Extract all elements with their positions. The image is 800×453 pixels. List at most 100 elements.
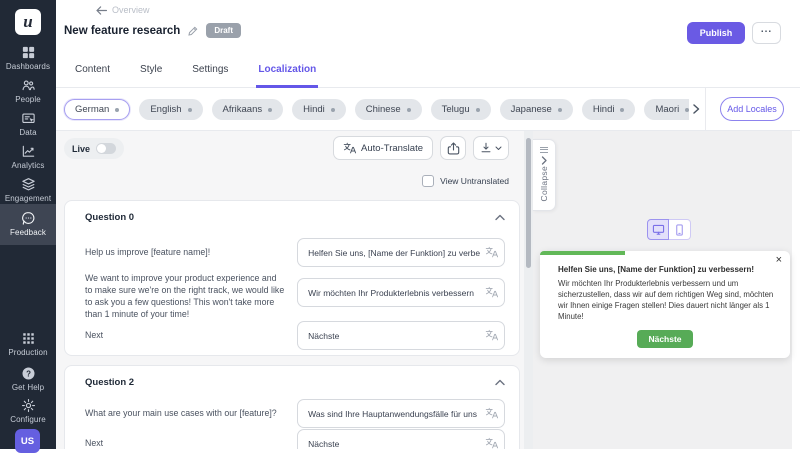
scroll-right-icon[interactable] [689, 102, 703, 116]
chevron-right-icon [541, 154, 548, 166]
upload-button[interactable] [440, 136, 466, 160]
mobile-preview-button[interactable] [669, 219, 691, 240]
question-2-card: Question 2 What are your main use cases … [64, 365, 520, 449]
locale-chip-chinese[interactable]: Chinese [355, 99, 422, 120]
sidebar-item-label: Analytics [12, 161, 45, 170]
download-button[interactable] [473, 136, 509, 160]
question-0-card: Question 0 Help us improve [feature name… [64, 200, 520, 356]
locale-chip-english[interactable]: English [139, 99, 202, 120]
translate-icon[interactable] [485, 246, 498, 258]
sidebar-item-configure[interactable]: Configure [0, 398, 56, 424]
locale-chip-afrikaans[interactable]: Afrikaans [212, 99, 284, 120]
locale-status-dot [268, 108, 272, 112]
translate-icon[interactable] [485, 329, 498, 341]
translation-field [297, 321, 505, 350]
translation-input[interactable] [297, 399, 505, 428]
source-text: Help us improve [feature name]! [85, 247, 297, 259]
upload-icon [447, 142, 460, 155]
translation-input[interactable] [297, 278, 505, 307]
translation-row: Next [85, 321, 505, 350]
chevron-up-icon[interactable] [495, 214, 505, 221]
survey-preview-card: × Helfen Sie uns, [Name der Funktion] zu… [540, 251, 790, 358]
view-untranslated-checkbox[interactable] [422, 175, 434, 187]
back-arrow-icon [96, 6, 107, 15]
locale-chip-japanese[interactable]: Japanese [500, 99, 573, 120]
publish-button[interactable]: Publish [687, 22, 745, 44]
tab-settings[interactable]: Settings [190, 64, 230, 88]
locale-chip-maori[interactable]: Maori [644, 99, 689, 120]
scrollbar-thumb[interactable] [526, 138, 531, 268]
translation-input[interactable] [297, 321, 505, 350]
sidebar-item-label: Configure [10, 415, 46, 424]
user-avatar[interactable]: US [15, 429, 40, 453]
translation-input[interactable] [297, 429, 505, 449]
tab-style[interactable]: Style [138, 64, 164, 88]
locale-chip-telugu[interactable]: Telugu [431, 99, 491, 120]
translate-icon[interactable] [485, 286, 498, 298]
desktop-preview-button[interactable] [647, 219, 669, 240]
locale-chip-list: German English Afrikaans Hindi Chinese T… [56, 88, 689, 131]
sidebar-item-get-help[interactable]: ? Get Help [0, 366, 56, 392]
locale-status-dot [331, 108, 335, 112]
toggle-knob [97, 144, 106, 153]
sidebar-item-production[interactable]: Production [0, 331, 56, 357]
add-locales-button[interactable]: Add Locales [720, 97, 784, 121]
translate-icon [343, 142, 356, 154]
gear-icon [21, 398, 36, 413]
collapse-panel-tab[interactable]: Collapse [533, 139, 556, 211]
source-text: Next [85, 438, 297, 449]
app-logo[interactable]: u [15, 9, 41, 35]
analytics-icon [21, 144, 36, 159]
sidebar-item-engagement[interactable]: Engagement [0, 177, 56, 203]
mobile-icon [675, 224, 684, 236]
locale-chip-german[interactable]: German [64, 99, 130, 120]
auto-translate-button[interactable]: Auto-Translate [333, 136, 433, 160]
translation-row: Help us improve [feature name]! [85, 238, 505, 267]
translate-icon[interactable] [485, 437, 498, 449]
sidebar-item-people[interactable]: People [0, 78, 56, 104]
tab-content[interactable]: Content [73, 64, 112, 88]
dashboards-icon [21, 45, 36, 60]
sidebar-item-label: Production [8, 348, 47, 357]
sidebar-item-analytics[interactable]: Analytics [0, 144, 56, 170]
view-untranslated-group: View Untranslated [422, 175, 509, 187]
people-icon [21, 78, 36, 93]
locale-status-dot [620, 108, 624, 112]
live-label: Live [72, 144, 90, 154]
live-toggle[interactable] [96, 143, 116, 154]
translation-row: We want to improve your product experien… [85, 273, 505, 321]
survey-next-button[interactable]: Nächste [637, 330, 692, 348]
edit-title-icon[interactable] [188, 26, 198, 36]
desktop-icon [652, 224, 665, 236]
status-badge: Draft [206, 23, 241, 38]
translate-icon[interactable] [485, 407, 498, 419]
survey-question-body: Wir möchten Ihr Produkterlebnis verbesse… [558, 279, 774, 323]
source-text: Next [85, 330, 297, 342]
translation-row: What are your main use cases with our [f… [85, 399, 505, 428]
locale-chip-hindi[interactable]: Hindi [292, 99, 346, 120]
sidebar-item-label: Dashboards [6, 62, 50, 71]
auto-translate-label: Auto-Translate [361, 143, 423, 154]
locale-status-dot [115, 108, 119, 112]
data-icon [21, 111, 36, 126]
sidebar-item-feedback[interactable]: Feedback [0, 204, 56, 245]
chevron-up-icon[interactable] [495, 379, 505, 386]
translation-row: Next [85, 429, 505, 449]
tab-localization[interactable]: Localization [256, 64, 318, 88]
device-preview-toggle [647, 219, 691, 240]
page-title: New feature research [64, 25, 180, 37]
sidebar-item-data[interactable]: Data [0, 111, 56, 137]
sidebar-item-dashboards[interactable]: Dashboards [0, 45, 56, 71]
breadcrumb-label: Overview [112, 5, 150, 15]
back-to-overview[interactable]: Overview [96, 5, 150, 15]
locale-chip-hindi-2[interactable]: Hindi [582, 99, 636, 120]
close-icon[interactable]: × [776, 254, 782, 266]
translation-input[interactable] [297, 238, 505, 267]
view-untranslated-label: View Untranslated [440, 176, 509, 186]
sidebar-item-label: Engagement [5, 194, 51, 203]
translation-field [297, 429, 505, 449]
translation-field [297, 278, 505, 307]
sidebar-item-label: Feedback [10, 228, 46, 237]
translations-pane: Live Auto-Translate View Untranslated Qu… [56, 131, 524, 449]
more-options-button[interactable]: ... [752, 22, 781, 44]
